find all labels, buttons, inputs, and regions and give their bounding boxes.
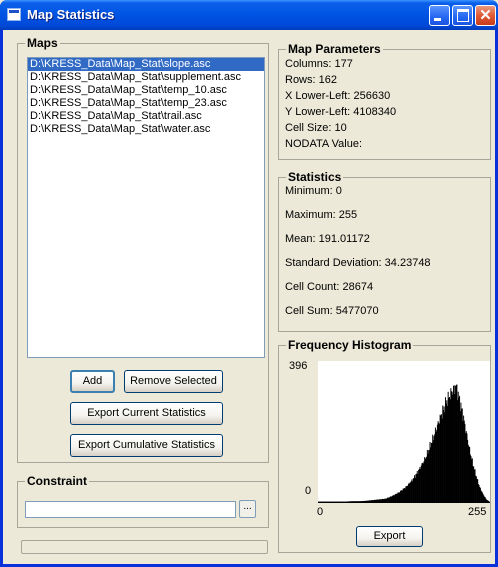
constraint-group-title: Constraint bbox=[25, 474, 89, 488]
x-lower-left-value: X Lower-Left: 256630 bbox=[285, 90, 391, 102]
export-cumulative-statistics-button[interactable]: Export Cumulative Statistics bbox=[70, 434, 223, 457]
progress-bar bbox=[21, 540, 268, 554]
map-parameters-group: Map Parameters Columns: 177 Rows: 162 X … bbox=[278, 42, 491, 160]
close-icon: ✕ bbox=[479, 7, 492, 24]
maximum-value: Maximum: 255 bbox=[285, 209, 358, 221]
app-icon bbox=[7, 8, 21, 21]
map-list-item[interactable]: D:\KRESS_Data\Map_Stat\temp_10.asc bbox=[28, 84, 264, 97]
remove-selected-button[interactable]: Remove Selected bbox=[124, 370, 223, 393]
cell-sum-value: Cell Sum: 5477070 bbox=[285, 305, 379, 317]
title-bar[interactable]: Map Statistics ✕ bbox=[0, 0, 498, 30]
add-button[interactable]: Add bbox=[70, 370, 115, 393]
x-max-label: 255 bbox=[468, 506, 487, 518]
constraint-group: Constraint ... bbox=[17, 474, 269, 528]
maps-group: Maps D:\KRESS_Data\Map_Stat\slope.asc D:… bbox=[17, 36, 269, 463]
window-title: Map Statistics bbox=[27, 7, 115, 22]
histogram-plot bbox=[318, 361, 490, 503]
constraint-input[interactable] bbox=[25, 501, 236, 518]
minimum-value: Minimum: 0 bbox=[285, 185, 342, 197]
cell-count-value: Cell Count: 28674 bbox=[285, 281, 374, 293]
standard-deviation-value: Standard Deviation: 34.23748 bbox=[285, 257, 431, 269]
mean-value: Mean: 191.01172 bbox=[285, 233, 370, 245]
export-current-statistics-button[interactable]: Export Current Statistics bbox=[70, 402, 223, 425]
maps-group-title: Maps bbox=[25, 36, 60, 50]
histogram-group: Frequency Histogram 396 0 0 255 Export bbox=[278, 338, 491, 553]
statistics-title: Statistics bbox=[286, 170, 344, 184]
map-list-item[interactable]: D:\KRESS_Data\Map_Stat\temp_23.asc bbox=[28, 97, 264, 110]
browse-button[interactable]: ... bbox=[239, 500, 256, 518]
y-min-label: 0 bbox=[305, 485, 312, 497]
nodata-value: NODATA Value: bbox=[285, 138, 363, 150]
histogram-bar bbox=[489, 501, 490, 503]
map-parameters-title: Map Parameters bbox=[286, 42, 383, 56]
maximize-button[interactable] bbox=[452, 5, 473, 26]
map-list-item[interactable]: D:\KRESS_Data\Map_Stat\supplement.asc bbox=[28, 71, 264, 84]
map-list-item[interactable]: D:\KRESS_Data\Map_Stat\trail.asc bbox=[28, 110, 264, 123]
statistics-group: Statistics Minimum: 0 Maximum: 255 Mean:… bbox=[278, 170, 491, 332]
cell-size-value: Cell Size: 10 bbox=[285, 122, 347, 134]
histogram-export-button[interactable]: Export bbox=[356, 526, 423, 547]
y-lower-left-value: Y Lower-Left: 4108340 bbox=[285, 106, 397, 118]
minimize-button[interactable] bbox=[429, 5, 450, 26]
maps-listbox[interactable]: D:\KRESS_Data\Map_Stat\slope.asc D:\KRES… bbox=[27, 57, 265, 358]
map-list-item[interactable]: D:\KRESS_Data\Map_Stat\slope.asc bbox=[28, 58, 264, 71]
rows-value: Rows: 162 bbox=[285, 74, 337, 86]
close-button[interactable]: ✕ bbox=[475, 5, 496, 26]
columns-value: Columns: 177 bbox=[285, 58, 353, 70]
x-min-label: 0 bbox=[317, 506, 324, 518]
histogram-svg bbox=[318, 384, 490, 503]
histogram-title: Frequency Histogram bbox=[286, 338, 414, 352]
map-list-item[interactable]: D:\KRESS_Data\Map_Stat\water.asc bbox=[28, 123, 264, 136]
y-max-label: 396 bbox=[289, 360, 308, 372]
map-statistics-window: Map Statistics ✕ Maps D:\KRESS_Data\Map_… bbox=[0, 0, 498, 567]
